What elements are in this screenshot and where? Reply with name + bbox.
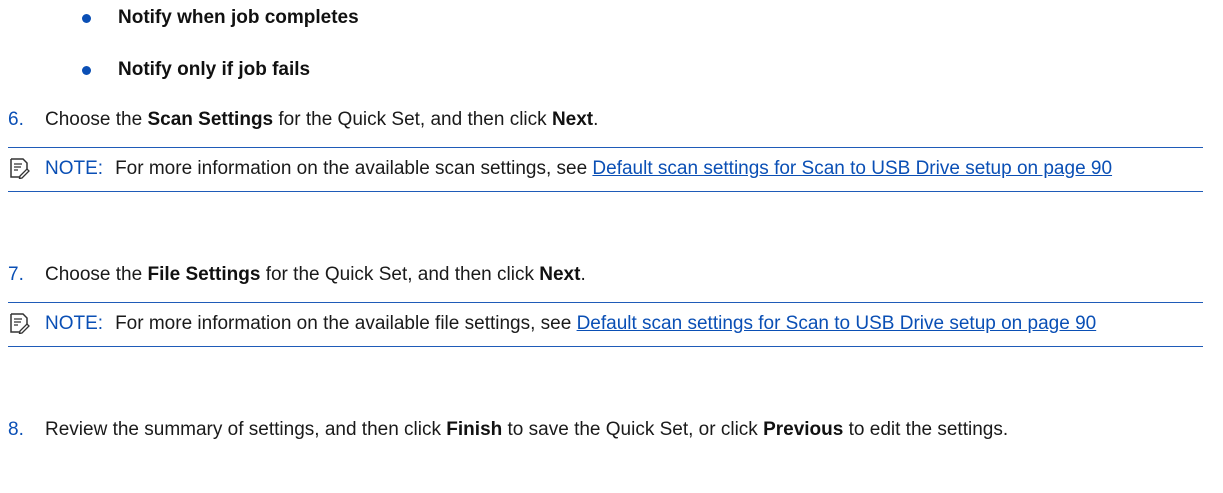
step-text-post: to edit the settings. bbox=[843, 419, 1009, 440]
note-label: NOTE: bbox=[45, 313, 104, 334]
step-number: 7. bbox=[8, 264, 24, 285]
bullet-dot bbox=[82, 13, 91, 23]
note-body: For more information on the available sc… bbox=[115, 158, 593, 179]
step-8: 8. Review the summary of settings, and t… bbox=[8, 415, 1203, 445]
note-label: NOTE: bbox=[45, 158, 104, 179]
step-6: 6. Choose the Scan Settings for the Quic… bbox=[8, 105, 1203, 135]
step-number: 6. bbox=[8, 109, 24, 130]
step-text: Choose the Scan Settings for the Quick S… bbox=[45, 105, 1203, 135]
step-bold-action: Previous bbox=[763, 419, 844, 440]
step-number: 8. bbox=[8, 419, 24, 440]
step-text-mid: for the Quick Set, and then click bbox=[273, 109, 552, 130]
step-text-pre: Choose the bbox=[45, 109, 148, 130]
note-text: NOTE: For more information on the availab… bbox=[45, 309, 1203, 339]
step-text: Review the summary of settings, and then… bbox=[45, 415, 1203, 445]
step-text-mid: for the Quick Set, and then click bbox=[260, 264, 540, 285]
step-text-pre: Choose the bbox=[45, 264, 148, 285]
bullet-item-notify-fail: Notify only if job fails bbox=[82, 59, 310, 81]
step-text-post: . bbox=[593, 109, 599, 130]
note-link[interactable]: Default scan settings for Scan to USB Dr… bbox=[577, 313, 1097, 334]
step-text-pre: Review the summary of settings, and then… bbox=[45, 419, 447, 440]
bullet-item-notify-complete: Notify when job completes bbox=[82, 7, 359, 29]
bullet-text: Notify when job completes bbox=[118, 7, 359, 28]
step-text-post: . bbox=[580, 264, 586, 285]
step-bold-action: Next bbox=[539, 264, 581, 285]
note-file-settings: NOTE: For more information on the availab… bbox=[8, 302, 1203, 347]
step-text: Choose the File Settings for the Quick S… bbox=[45, 260, 1203, 290]
step-bold-term: File Settings bbox=[147, 264, 261, 285]
note-icon bbox=[10, 158, 30, 179]
bullet-text: Notify only if job fails bbox=[118, 59, 311, 80]
note-body: For more information on the available fi… bbox=[115, 313, 577, 334]
step-text-mid: to save the Quick Set, or click bbox=[502, 419, 764, 440]
note-link[interactable]: Default scan settings for Scan to USB Dr… bbox=[592, 158, 1112, 179]
note-text: NOTE: For more information on the availab… bbox=[45, 154, 1203, 184]
step-bold-term: Scan Settings bbox=[147, 109, 274, 130]
step-7: 7. Choose the File Settings for the Quic… bbox=[8, 260, 1203, 290]
note-icon bbox=[10, 313, 30, 334]
note-scan-settings: NOTE: For more information on the availab… bbox=[8, 147, 1203, 192]
step-bold-action: Next bbox=[551, 109, 594, 130]
bullet-dot bbox=[82, 65, 91, 75]
step-bold-action: Finish bbox=[446, 419, 503, 440]
